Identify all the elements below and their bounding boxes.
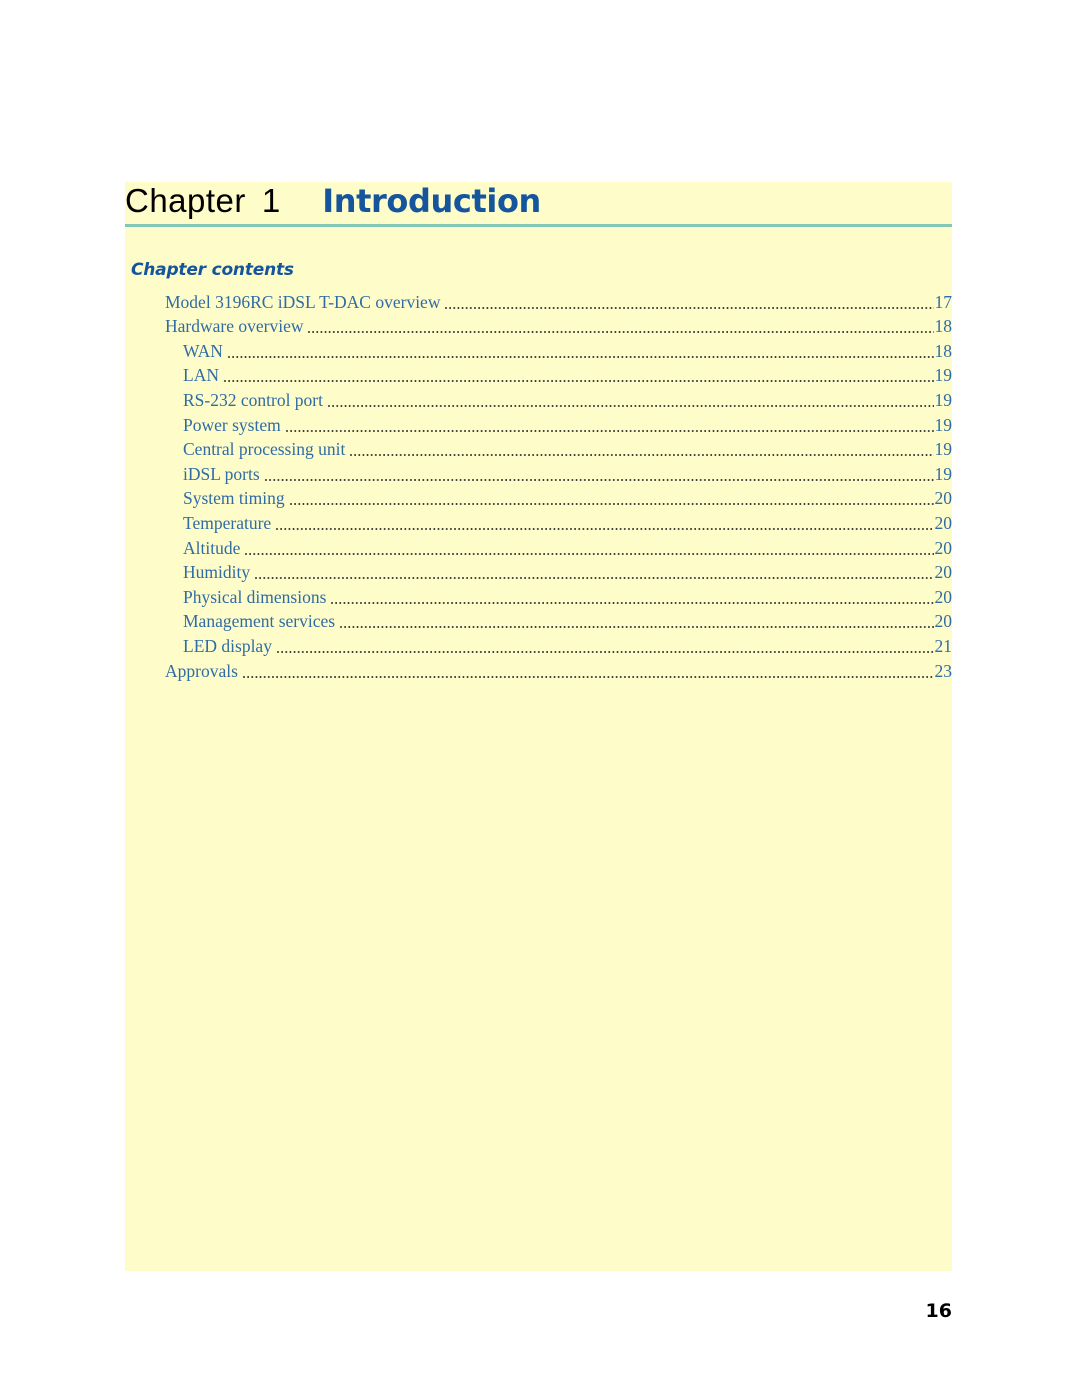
toc-dot-leader: [308, 321, 934, 337]
toc-entry-page: 21: [934, 635, 953, 656]
toc-dot-leader: [331, 592, 934, 608]
toc-entry[interactable]: Model 3196RC iDSL T-DAC overview 17: [125, 288, 952, 313]
toc-entry-page: 20: [934, 611, 953, 632]
toc-entry-label: Temperature: [183, 512, 272, 533]
toc-entry-label: Central processing unit: [183, 439, 346, 460]
toc-entry-label: Management services: [183, 611, 336, 632]
toc-entry[interactable]: Central processing unit 19: [125, 436, 952, 461]
toc-entry-label: RS-232 control port: [183, 389, 323, 410]
toc-entry-page: 19: [934, 365, 953, 386]
toc-entry-page: 20: [934, 512, 953, 533]
toc-entry-page: 20: [934, 586, 953, 607]
table-of-contents: Model 3196RC iDSL T-DAC overview 17 Hardwa…: [125, 288, 952, 682]
toc-entry[interactable]: iDSL ports 19: [125, 460, 952, 485]
toc-entry-page: 17: [934, 291, 953, 312]
toc-entry-page: 18: [934, 316, 953, 337]
toc-dot-leader: [276, 641, 934, 657]
toc-entry[interactable]: RS-232 control port 19: [125, 386, 952, 411]
toc-entry[interactable]: LAN 19: [125, 362, 952, 387]
chapter-number: 1: [261, 182, 281, 219]
toc-entry[interactable]: Approvals 23: [125, 657, 952, 682]
chapter-contents-heading: Chapter contents: [131, 260, 294, 280]
toc-entry-label: LAN: [183, 365, 219, 386]
toc-entry[interactable]: WAN 18: [125, 337, 952, 362]
toc-entry-label: System timing: [183, 488, 285, 509]
page-number: 16: [925, 1300, 952, 1322]
chapter-label: Chapter: [125, 182, 246, 219]
toc-entry[interactable]: Hardware overview 18: [125, 313, 952, 338]
toc-entry-page: 20: [934, 562, 953, 583]
toc-entry[interactable]: Physical dimensions 20: [125, 583, 952, 608]
toc-entry[interactable]: LED display 21: [125, 632, 952, 657]
toc-entry[interactable]: Altitude 20: [125, 534, 952, 559]
toc-entry-label: Hardware overview: [165, 316, 304, 337]
chapter-heading: Chapter 1 Introduction: [125, 182, 952, 224]
toc-entry-page: 19: [934, 439, 953, 460]
chapter-content-panel: Chapter 1 Introduction Chapter contents …: [125, 182, 952, 1271]
toc-dot-leader: [328, 395, 934, 411]
toc-entry[interactable]: System timing 20: [125, 485, 952, 510]
toc-entry-page: 23: [934, 660, 953, 681]
toc-dot-leader: [255, 567, 934, 583]
toc-entry-page: 19: [934, 389, 953, 410]
toc-entry-page: 20: [934, 488, 953, 509]
toc-dot-leader: [242, 666, 934, 682]
toc-entry-page: 19: [934, 414, 953, 435]
heading-divider: [125, 224, 952, 227]
toc-dot-leader: [223, 370, 934, 386]
toc-entry-label: WAN: [183, 340, 223, 361]
toc-dot-leader: [289, 493, 934, 509]
toc-entry-page: 18: [934, 340, 953, 361]
toc-dot-leader: [340, 616, 934, 632]
chapter-title: Introduction: [322, 182, 541, 220]
toc-entry-label: Physical dimensions: [183, 586, 327, 607]
toc-dot-leader: [227, 346, 934, 362]
toc-entry-page: 19: [934, 463, 953, 484]
toc-entry[interactable]: Temperature 20: [125, 509, 952, 534]
toc-entry-label: Altitude: [183, 537, 241, 558]
toc-entry-label: Approvals: [165, 660, 238, 681]
toc-dot-leader: [276, 518, 934, 534]
toc-entry[interactable]: Power system 19: [125, 411, 952, 436]
toc-entry-page: 20: [934, 537, 953, 558]
toc-entry-label: iDSL ports: [183, 463, 260, 484]
toc-dot-leader: [245, 543, 934, 559]
toc-entry[interactable]: Management services 20: [125, 608, 952, 633]
toc-entry-label: Power system: [183, 414, 281, 435]
toc-dot-leader: [285, 420, 934, 436]
toc-entry-label: Humidity: [183, 562, 251, 583]
toc-dot-leader: [350, 444, 934, 460]
toc-entry[interactable]: Humidity 20: [125, 559, 952, 584]
toc-entry-label: Model 3196RC iDSL T-DAC overview: [165, 291, 441, 312]
toc-dot-leader: [445, 297, 934, 313]
toc-entry-label: LED display: [183, 635, 272, 656]
toc-dot-leader: [264, 469, 934, 485]
